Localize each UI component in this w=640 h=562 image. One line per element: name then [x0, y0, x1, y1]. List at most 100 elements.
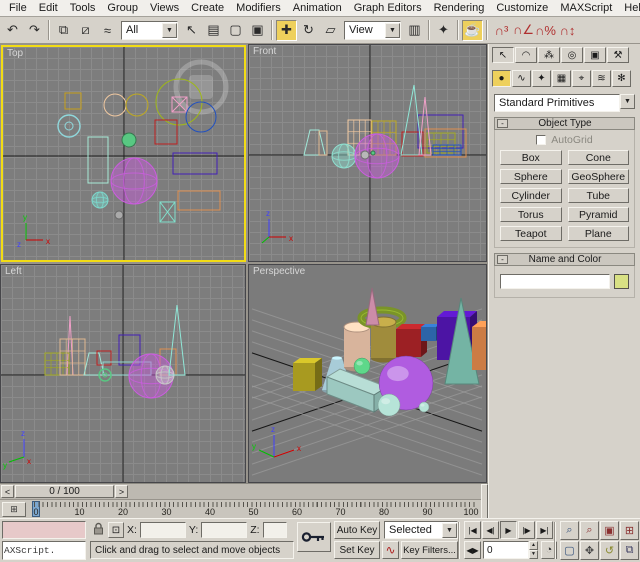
menu-modifiers[interactable]: Modifiers: [230, 1, 287, 15]
tab-utilities-icon[interactable]: ⚒: [607, 47, 629, 63]
zoom-icon[interactable]: ⌕: [560, 521, 579, 540]
collapse-icon[interactable]: -: [497, 119, 508, 128]
rectangular-selection-region-icon[interactable]: ▢: [225, 20, 246, 41]
chevron-down-icon[interactable]: ▼: [442, 523, 457, 538]
category-systems-icon[interactable]: ✻: [612, 70, 631, 87]
tab-create-icon[interactable]: ↖: [492, 47, 514, 63]
next-frame-button[interactable]: |▶: [518, 521, 535, 539]
use-pivot-point-center-icon[interactable]: ▥: [404, 20, 425, 41]
primitive-button-cylinder[interactable]: Cylinder: [500, 188, 562, 203]
maxscript-mini-listener-macro[interactable]: [2, 521, 86, 539]
bind-to-space-warp-icon[interactable]: ≈: [97, 20, 118, 41]
absolute-mode-toggle[interactable]: ⊡: [108, 522, 124, 538]
tab-motion-icon[interactable]: ◎: [561, 47, 583, 63]
viewport-front[interactable]: Frontzx: [248, 44, 487, 262]
viewport-left[interactable]: Leftzyx: [0, 264, 246, 483]
play-button[interactable]: ▶: [500, 521, 517, 539]
primitive-button-cone[interactable]: Cone: [568, 150, 630, 165]
key-set-dropdown[interactable]: Selected ▼: [384, 521, 458, 539]
primitive-button-torus[interactable]: Torus: [500, 207, 562, 222]
select-and-link-icon[interactable]: ⧉: [53, 20, 74, 41]
viewport-perspective[interactable]: Perspectivezxy: [248, 264, 487, 483]
frame-spinner[interactable]: ▲▼: [529, 541, 538, 559]
menu-graph-editors[interactable]: Graph Editors: [348, 1, 428, 15]
tab-modify-icon[interactable]: ◠: [515, 47, 537, 63]
zoom-extents-all-icon[interactable]: ⊞: [620, 521, 639, 540]
menu-group[interactable]: Group: [101, 1, 144, 15]
menu-rendering[interactable]: Rendering: [428, 1, 491, 15]
previous-frame-arrow[interactable]: <: [1, 485, 14, 498]
unlink-selection-icon[interactable]: ⧄: [75, 20, 96, 41]
menu-help[interactable]: Help: [618, 1, 640, 15]
default-in-out-tangents-icon[interactable]: ∿: [382, 541, 399, 559]
select-and-move-icon[interactable]: ✚: [276, 20, 297, 41]
key-filters-button[interactable]: Key Filters...: [401, 541, 458, 559]
zoom-all-icon[interactable]: ⌕: [580, 521, 599, 540]
name-color-rollout-header[interactable]: - Name and Color: [494, 253, 635, 266]
autogrid-checkbox[interactable]: [536, 135, 546, 145]
set-key-button[interactable]: Set Key: [334, 541, 380, 559]
region-zoom-icon[interactable]: ▢: [560, 541, 579, 560]
z-coord-field[interactable]: [263, 522, 287, 538]
primitive-button-geosphere[interactable]: GeoSphere: [568, 169, 630, 184]
y-coord-field[interactable]: [201, 522, 247, 538]
tab-display-icon[interactable]: ▣: [584, 47, 606, 63]
time-slider[interactable]: 0 / 100: [15, 485, 114, 498]
category-cameras-icon[interactable]: ▦: [552, 70, 571, 87]
select-object-icon[interactable]: ↖: [181, 20, 202, 41]
spinner-snap-toggle-icon[interactable]: ∩↕: [557, 20, 578, 41]
category-helpers-icon[interactable]: ⌖: [572, 70, 591, 87]
select-by-name-icon[interactable]: ▤: [203, 20, 224, 41]
select-and-rotate-icon[interactable]: ↻: [298, 20, 319, 41]
chevron-down-icon[interactable]: ▼: [385, 23, 400, 38]
category-shapes-icon[interactable]: ∿: [512, 70, 531, 87]
menu-tools[interactable]: Tools: [64, 1, 102, 15]
primitive-button-pyramid[interactable]: Pyramid: [568, 207, 630, 222]
redo-icon[interactable]: ↷: [24, 20, 45, 41]
menu-maxscript[interactable]: MAXScript: [554, 1, 618, 15]
go-to-start-button[interactable]: |◀: [464, 521, 481, 539]
window-crossing-toggle-icon[interactable]: ▣: [247, 20, 268, 41]
key-mode-toggle[interactable]: ◀▶: [464, 541, 481, 559]
chevron-down-icon[interactable]: ▼: [162, 23, 177, 38]
selection-filter-dropdown[interactable]: All▼: [121, 21, 178, 40]
set-keys-button[interactable]: [297, 522, 331, 552]
chevron-down-icon[interactable]: ▼: [620, 94, 635, 109]
primitive-button-teapot[interactable]: Teapot: [500, 226, 562, 241]
object-type-rollout-header[interactable]: - Object Type: [494, 117, 635, 130]
object-color-swatch[interactable]: [614, 274, 629, 289]
go-to-end-button[interactable]: ▶|: [536, 521, 553, 539]
angle-snap-toggle-icon[interactable]: ∩∠: [513, 20, 534, 41]
undo-icon[interactable]: ↶: [2, 20, 23, 41]
track-bar-scroll-handle[interactable]: [481, 484, 488, 519]
menu-edit[interactable]: Edit: [33, 1, 64, 15]
primitive-button-plane[interactable]: Plane: [568, 226, 630, 241]
zoom-extents-icon[interactable]: ▣: [600, 521, 619, 540]
snap-toggle-icon[interactable]: ∩³: [491, 20, 512, 41]
current-frame-field[interactable]: 0: [483, 541, 529, 559]
min-max-toggle-icon[interactable]: ⧉: [620, 541, 639, 560]
mini-curve-editor-button[interactable]: ⊞: [2, 502, 26, 517]
menu-views[interactable]: Views: [144, 1, 185, 15]
time-slider-track[interactable]: < 0 / 100 >: [0, 484, 481, 500]
menu-customize[interactable]: Customize: [490, 1, 554, 15]
x-coord-field[interactable]: [140, 522, 186, 538]
collapse-icon[interactable]: -: [497, 255, 508, 264]
auto-key-button[interactable]: Auto Key: [334, 521, 380, 539]
select-and-scale-icon[interactable]: ▱: [320, 20, 341, 41]
category-lights-icon[interactable]: ✦: [532, 70, 551, 87]
primitives-dropdown[interactable]: Standard Primitives ▼: [494, 94, 635, 112]
tab-hierarchy-icon[interactable]: ⁂: [538, 47, 560, 63]
primitive-button-box[interactable]: Box: [500, 150, 562, 165]
track-bar[interactable]: ⊞ 0102030405060708090100: [0, 501, 481, 519]
pan-icon[interactable]: ✥: [580, 541, 599, 560]
menu-file[interactable]: File: [3, 1, 33, 15]
primitive-button-tube[interactable]: Tube: [568, 188, 630, 203]
viewport-top[interactable]: Topyxz: [1, 45, 246, 262]
select-and-manipulate-icon[interactable]: ✦: [433, 20, 454, 41]
selection-lock-icon[interactable]: [92, 522, 105, 539]
quick-render-teapot-icon[interactable]: ☕: [462, 20, 483, 41]
maxscript-mini-listener-output[interactable]: AXScript.: [2, 541, 86, 560]
arc-rotate-icon[interactable]: ↺: [600, 541, 619, 560]
menu-animation[interactable]: Animation: [287, 1, 348, 15]
